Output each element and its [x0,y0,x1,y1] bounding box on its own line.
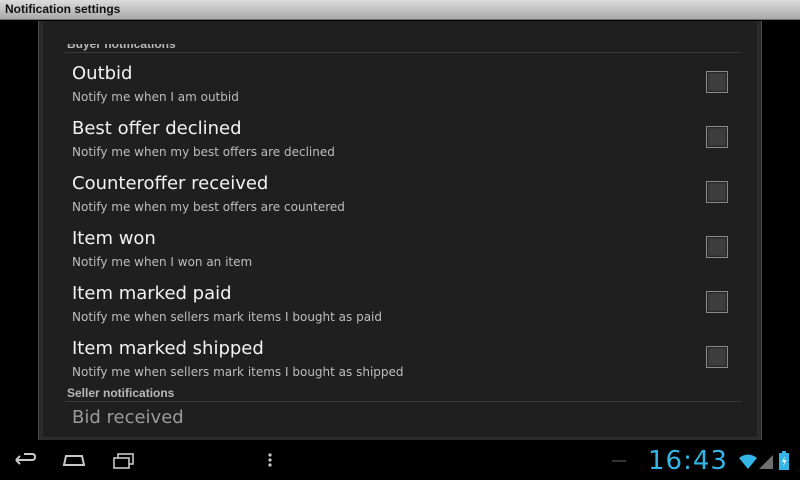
notification-indicator [612,460,626,462]
checkbox-outbid[interactable] [706,71,728,93]
checkbox-item-marked-shipped[interactable] [706,346,728,368]
section-divider [65,52,741,53]
setting-summary: Notify me when sellers mark items I boug… [72,365,404,379]
settings-panel: Buyer notifications Outbid Notify me whe… [38,21,762,440]
settings-list[interactable]: Buyer notifications Outbid Notify me whe… [43,21,757,437]
checkbox-item-marked-paid[interactable] [706,291,728,313]
setting-title: Counteroffer received [72,173,269,194]
window-title: Notification settings [5,2,121,16]
overflow-menu-icon[interactable] [265,450,275,470]
section-divider [65,401,741,402]
section-header-buyer: Buyer notifications [67,37,176,51]
setting-row-outbid[interactable]: Outbid Notify me when I am outbid [43,63,757,118]
status-clock: 16:43 [648,446,728,476]
home-icon[interactable] [61,450,87,470]
setting-row-item-marked-shipped[interactable]: Item marked shipped Notify me when selle… [43,338,757,393]
title-bar: Notification settings [0,0,800,20]
setting-summary: Notify me when sellers mark items I boug… [72,310,383,324]
setting-title: Item marked shipped [72,338,264,359]
checkbox-item-won[interactable] [706,236,728,258]
setting-title: Best offer declined [72,118,242,139]
setting-summary: Notify me when my best offers are counte… [72,200,345,214]
setting-title: Item marked paid [72,283,232,304]
setting-row-counteroffer-received[interactable]: Counteroffer received Notify me when my … [43,173,757,228]
checkbox-best-offer-declined[interactable] [706,126,728,148]
setting-row-bid-received[interactable]: Bid received [72,407,184,428]
setting-row-best-offer-declined[interactable]: Best offer declined Notify me when my be… [43,118,757,173]
section-header-seller: Seller notifications [67,386,175,400]
setting-row-item-won[interactable]: Item won Notify me when I won an item [43,228,757,283]
setting-summary: Notify me when my best offers are declin… [72,145,335,159]
setting-summary: Notify me when I am outbid [72,90,239,104]
checkbox-counteroffer-received[interactable] [706,181,728,203]
wifi-icon [739,454,757,469]
battery-icon [779,451,789,470]
setting-row-item-marked-paid[interactable]: Item marked paid Notify me when sellers … [43,283,757,338]
signal-icon [759,455,773,469]
recent-apps-icon[interactable] [111,450,137,470]
setting-title: Item won [72,228,156,249]
setting-title: Outbid [72,63,133,84]
back-icon[interactable] [12,450,38,470]
setting-summary: Notify me when I won an item [72,255,253,269]
